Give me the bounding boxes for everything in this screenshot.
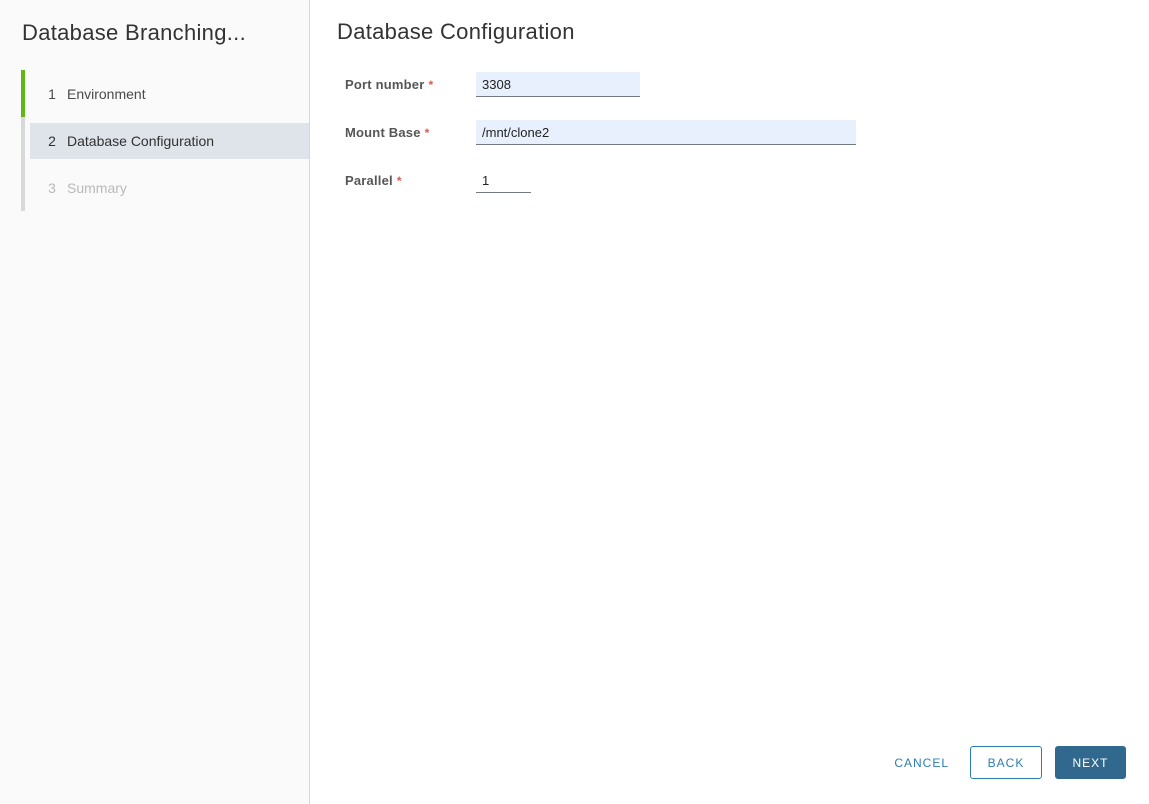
step-label: Environment bbox=[67, 85, 146, 102]
wizard-sidebar: Database Branching... 1 Environment 2 Da… bbox=[0, 0, 310, 804]
step-item-database-configuration[interactable]: 2 Database Configuration bbox=[21, 117, 309, 164]
cancel-button[interactable]: CANCEL bbox=[894, 756, 949, 770]
wizard-footer: CANCEL BACK NEXT bbox=[894, 746, 1126, 779]
configuration-form: Port number* Mount Base* Parallel* bbox=[337, 72, 1149, 193]
form-row-port-number: Port number * bbox=[345, 72, 1149, 97]
mount-base-label: Mount Base * bbox=[345, 125, 430, 140]
port-number-input[interactable] bbox=[476, 72, 640, 97]
step-nav: 1 Environment 2 Database Configuration 3… bbox=[21, 70, 309, 211]
step-item-summary: 3 Summary bbox=[21, 164, 309, 211]
back-button[interactable]: BACK bbox=[970, 746, 1042, 779]
required-asterisk: * bbox=[428, 78, 434, 92]
step-number: 1 bbox=[48, 85, 56, 102]
step-item-environment[interactable]: 1 Environment bbox=[21, 70, 309, 117]
step-label: Summary bbox=[67, 179, 127, 196]
port-number-label: Port number * bbox=[345, 77, 434, 92]
wizard-page: Database Configuration Port number* Moun… bbox=[310, 0, 1149, 804]
form-row-parallel: Parallel * bbox=[345, 168, 1149, 193]
parallel-input[interactable] bbox=[476, 168, 531, 193]
required-asterisk: * bbox=[396, 174, 402, 188]
wizard-dialog: Database Branching... 1 Environment 2 Da… bbox=[0, 0, 1149, 804]
step-number: 2 bbox=[48, 132, 56, 149]
form-row-mount-base: Mount Base * bbox=[345, 120, 1149, 145]
next-button[interactable]: NEXT bbox=[1055, 746, 1126, 779]
page-title: Database Configuration bbox=[337, 19, 575, 44]
step-number: 3 bbox=[48, 179, 56, 196]
parallel-label: Parallel * bbox=[345, 173, 402, 188]
mount-base-input[interactable] bbox=[476, 120, 856, 145]
required-asterisk: * bbox=[424, 126, 430, 140]
step-label: Database Configuration bbox=[67, 132, 215, 149]
wizard-title: Database Branching... bbox=[22, 20, 246, 45]
